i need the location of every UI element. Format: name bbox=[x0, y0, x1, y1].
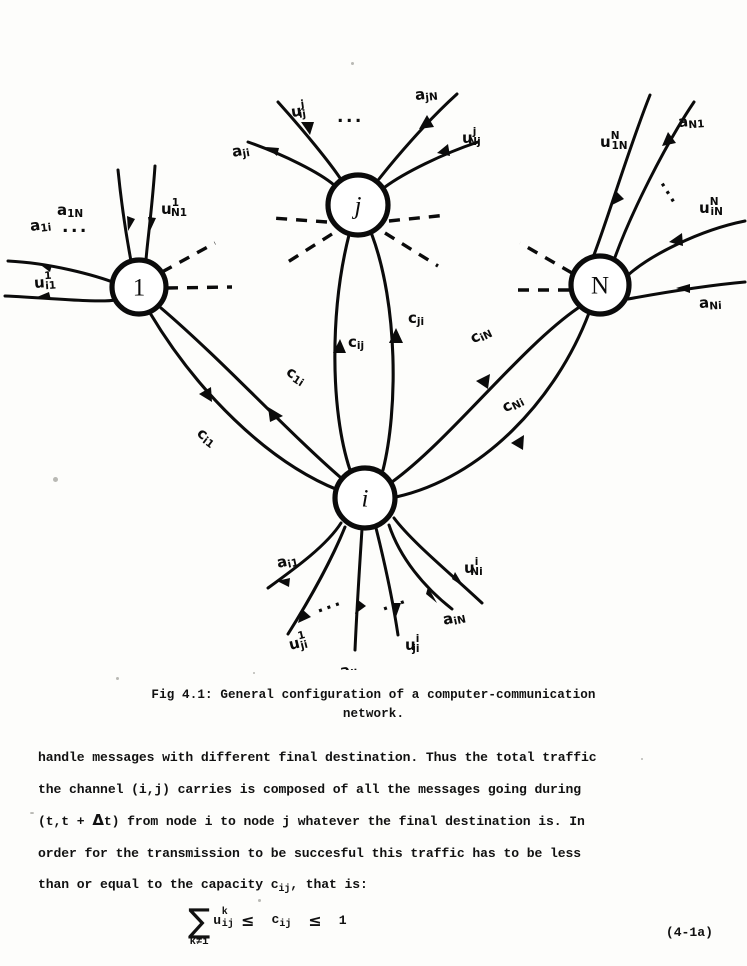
c-subscript: ij bbox=[279, 918, 292, 930]
label-u-Ni-i: ui Ni bbox=[464, 556, 483, 578]
equation-4-1a: ∑ k≠i u k ij ≤ cij ≤ 1 (4-1a) bbox=[38, 901, 713, 966]
body-line-4: order for the transmission to be succesf… bbox=[38, 845, 582, 861]
body-line-5b: , that is: bbox=[290, 877, 368, 892]
channel-edge-c-ij bbox=[333, 233, 352, 472]
label-u-Nj-j: uj Nj bbox=[462, 126, 481, 148]
label-a-iN: aiN bbox=[441, 606, 467, 630]
caption-line-2: network. bbox=[342, 707, 405, 721]
label-c-1i: c1i bbox=[283, 362, 310, 389]
channel-edge-c-Ni bbox=[394, 311, 591, 499]
relation-leq-2: ≤ bbox=[308, 911, 322, 931]
u-term: u k ij bbox=[213, 908, 234, 930]
label-u-i1-1: u1i1 bbox=[33, 270, 56, 293]
channel-edge-c-i1 bbox=[148, 311, 340, 492]
channel-edge-c-ji bbox=[370, 233, 403, 472]
sigma-glyph: ∑ bbox=[188, 901, 211, 940]
label-c-Ni: cNi bbox=[499, 390, 527, 417]
body-line-3: (t,t + Δt) from node i to node j whateve… bbox=[38, 805, 713, 838]
label-u-iN-N: uN iN bbox=[699, 196, 723, 218]
ellipsis-node-N: ... bbox=[656, 175, 687, 208]
ellipsis-node-1: ... bbox=[62, 217, 89, 237]
summation-operator: ∑ k≠i bbox=[188, 901, 211, 948]
label-c-ji: cji bbox=[408, 309, 424, 329]
label-u-ij-j: ujij bbox=[289, 98, 306, 122]
node-i-label: i bbox=[362, 486, 369, 513]
body-text: handle messages with different final des… bbox=[38, 742, 713, 904]
body-line-5-sub: ij bbox=[278, 882, 291, 894]
ellipsis-node-j: ... bbox=[337, 107, 364, 127]
label-a-N1: aN1 bbox=[677, 111, 705, 132]
label-a-1i: a1i bbox=[29, 214, 52, 236]
equation-expression: ∑ k≠i u k ij ≤ cij ≤ 1 bbox=[188, 901, 347, 948]
u-superscript: k bbox=[221, 907, 228, 919]
scan-speck bbox=[30, 812, 34, 814]
body-line-3b: t) from node i to node j whatever the fi… bbox=[103, 814, 585, 829]
node-N-dashed-links bbox=[512, 241, 573, 292]
figure-4-1: 1 j N i a1i ... u1i1 a1N u1 N1 aji ujij .… bbox=[0, 60, 747, 670]
body-line-5: than or equal to the capacity cij, that … bbox=[38, 869, 713, 904]
node-1-dashed-links bbox=[161, 241, 233, 290]
u-subscript: ij bbox=[221, 919, 234, 931]
body-line-5a: than or equal to the capacity c bbox=[38, 877, 279, 892]
ellipsis-node-i-left: ... bbox=[313, 590, 345, 618]
scan-speck bbox=[253, 672, 255, 674]
label-a-Ni: aNi bbox=[699, 292, 723, 313]
label-a-jN: ajN bbox=[414, 83, 438, 105]
node-1-label: 1 bbox=[133, 275, 146, 302]
node-N-label: N bbox=[591, 273, 609, 300]
figure-caption: Fig 4.1: General configuration of a comp… bbox=[0, 686, 747, 724]
body-line-2: the channel (i,j) carries is composed of… bbox=[38, 781, 582, 797]
label-c-ij: cij bbox=[348, 333, 364, 353]
node-N[interactable]: N bbox=[568, 253, 632, 317]
summation-index: k≠i bbox=[189, 936, 209, 948]
label-a-i1: ai1 bbox=[275, 549, 300, 572]
relation-leq-1: ≤ bbox=[241, 911, 255, 931]
label-u-N1-1: u1 N1 bbox=[161, 197, 187, 219]
scan-speck bbox=[116, 677, 119, 680]
node-1[interactable]: 1 bbox=[109, 257, 169, 317]
c-term: cij bbox=[272, 912, 292, 929]
body-line-3a: (t,t + bbox=[38, 814, 93, 829]
equation-number: (4-1a) bbox=[665, 925, 713, 940]
label-a-ij: aij bbox=[339, 660, 358, 670]
node-j[interactable]: j bbox=[325, 172, 391, 238]
equation-rhs: 1 bbox=[338, 913, 347, 929]
label-c-i1: ci1 bbox=[193, 423, 221, 450]
node-i[interactable]: i bbox=[332, 465, 398, 531]
label-u-1N-N: uN 1N bbox=[600, 130, 628, 152]
channel-edge-c-1i bbox=[159, 306, 342, 479]
label-a-1N: a1N bbox=[57, 201, 83, 221]
u-base: u bbox=[213, 913, 222, 929]
label-u-ji-i: ui ji bbox=[405, 633, 420, 655]
body-line-1: handle messages with different final des… bbox=[38, 750, 597, 765]
delta-symbol: Δ bbox=[92, 811, 104, 829]
ellipsis-node-i-right: ... bbox=[378, 588, 410, 616]
label-c-iN: ciN bbox=[467, 321, 495, 348]
caption-line-1: Fig 4.1: General configuration of a comp… bbox=[151, 688, 596, 702]
